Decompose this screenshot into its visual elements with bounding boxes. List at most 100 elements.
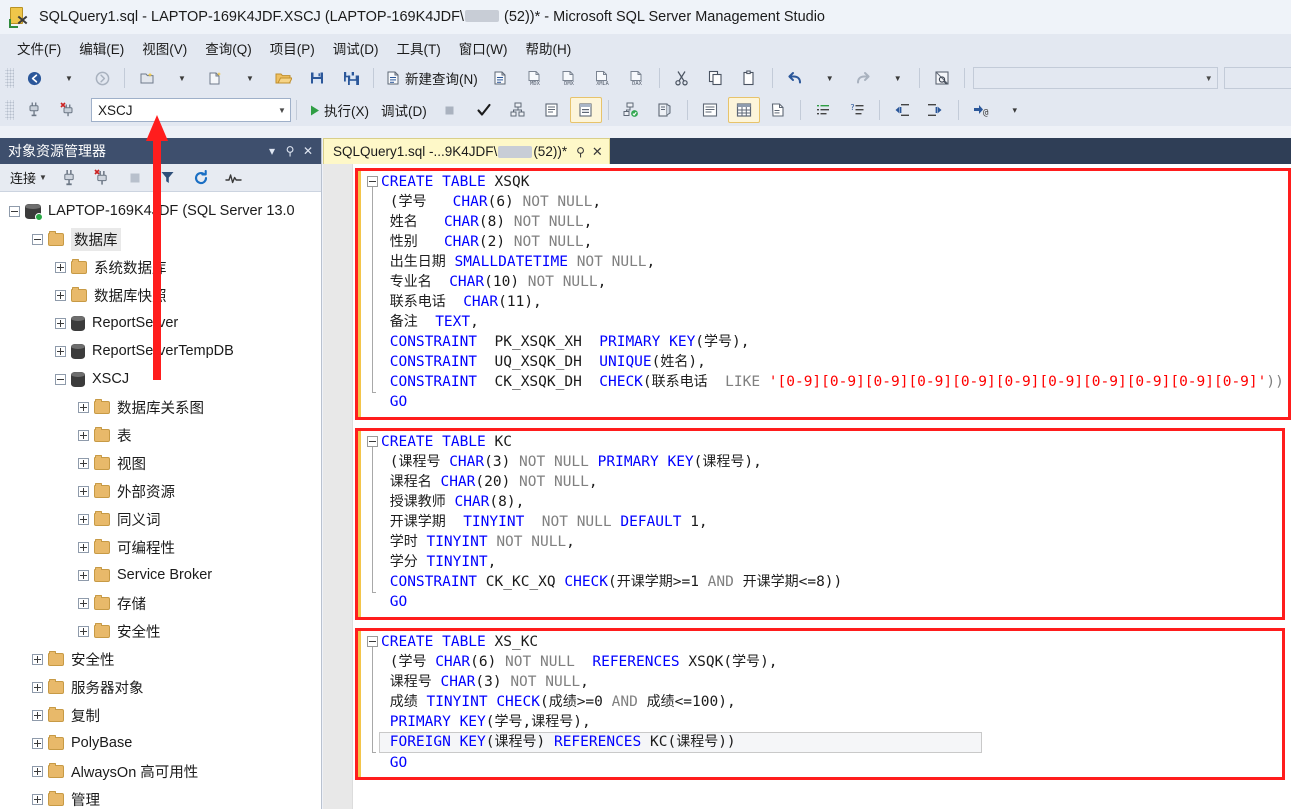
oe-connect-object-explorer-icon[interactable] <box>54 166 84 190</box>
new-query-button[interactable]: 新建查询(N) <box>380 65 483 91</box>
oe-filter-icon[interactable] <box>153 166 183 190</box>
expand-plus-icon[interactable] <box>55 289 66 301</box>
menu-help[interactable]: 帮助(H) <box>516 35 580 61</box>
cut-button[interactable] <box>666 65 698 91</box>
tree-node[interactable]: 可编程性 <box>0 533 321 561</box>
code-line[interactable]: 课程名 CHAR (20) NOT NULL, <box>381 472 842 492</box>
decrease-indent-button[interactable] <box>886 97 918 123</box>
code-line[interactable]: GO <box>381 592 842 612</box>
results-to-grid-button[interactable] <box>727 97 760 123</box>
oe-window-menu-button[interactable]: ▾ <box>263 144 281 158</box>
code-line[interactable]: 出生日期 SMALLDATETIME NOT NULL, <box>381 252 1284 272</box>
tree-node[interactable]: 数据库快照 <box>0 281 321 309</box>
comment-lines-button[interactable] <box>807 97 839 123</box>
paste-button[interactable] <box>734 65 766 91</box>
code-line[interactable]: (学号 CHAR (6) NOT NULL, <box>381 192 1284 212</box>
solution-platform-combo[interactable]: ▼ <box>1223 67 1291 89</box>
query-options-button[interactable] <box>536 97 568 123</box>
expand-plus-icon[interactable] <box>55 261 66 273</box>
code-line[interactable]: 成绩 TINYINT CHECK(成绩 >=0 AND 成绩 <=100), <box>381 692 982 712</box>
available-databases-combo[interactable]: XSCJ ▼ <box>91 98 291 122</box>
expand-plus-icon[interactable] <box>78 569 89 581</box>
code-line[interactable]: CONSTRAINT CK_XSQK_DH CHECK(联系电话 LIKE '[… <box>381 372 1284 392</box>
oe-connect-button[interactable]: 连接 ▼ <box>6 166 51 190</box>
collapse-minus-icon[interactable] <box>55 373 66 385</box>
tree-node[interactable]: 数据库 <box>0 225 321 253</box>
tree-node[interactable]: 安全性 <box>0 617 321 645</box>
expand-plus-icon[interactable] <box>32 681 43 693</box>
find-in-files-button[interactable] <box>926 65 958 91</box>
open-file-button[interactable] <box>267 65 299 91</box>
spatial-results-button[interactable] <box>649 97 681 123</box>
code-line[interactable]: 开课学期 TINYINT NOT NULL DEFAULT 1, <box>381 512 842 532</box>
expand-plus-icon[interactable] <box>55 317 66 329</box>
toolbar-grip[interactable] <box>5 100 14 120</box>
oe-close-button[interactable]: ✕ <box>299 144 317 158</box>
code-line[interactable]: CREATE TABLE XSQK <box>381 172 1284 192</box>
tree-node[interactable]: 管理 <box>0 785 321 809</box>
debug-button[interactable]: 调试(D) <box>376 97 432 123</box>
connect-button[interactable] <box>18 97 50 123</box>
tree-node[interactable]: 存储 <box>0 589 321 617</box>
code-line[interactable]: CREATE TABLE XS_KC <box>381 632 982 652</box>
copy-button[interactable] <box>700 65 732 91</box>
expand-plus-icon[interactable] <box>32 653 43 665</box>
code-line[interactable]: PRIMARY KEY(学号, 课程号), <box>381 712 982 732</box>
tree-node[interactable]: 外部资源 <box>0 477 321 505</box>
tree-node[interactable]: 表 <box>0 421 321 449</box>
tree-node[interactable]: XSCJ <box>0 365 321 393</box>
toolbar-grip[interactable] <box>5 68 14 88</box>
disconnect-button[interactable] <box>52 97 84 123</box>
expand-plus-icon[interactable] <box>78 597 89 609</box>
tab-close-icon[interactable]: ✕ <box>592 144 603 160</box>
code-line[interactable]: CONSTRAINT UQ_XSQK_DH UNIQUE(姓名), <box>381 352 1284 372</box>
menu-project[interactable]: 项目(P) <box>261 35 324 61</box>
create-table-kc[interactable]: CREATE TABLE KC (课程号 CHAR (3) NOT NULL PR… <box>367 432 843 612</box>
display-estimated-execution-plan-button[interactable] <box>502 97 534 123</box>
expand-plus-icon[interactable] <box>78 401 89 413</box>
oe-refresh-icon[interactable] <box>186 166 216 190</box>
save-button[interactable] <box>301 65 333 91</box>
tree-node[interactable]: 服务器对象 <box>0 673 321 701</box>
expand-plus-icon[interactable] <box>78 485 89 497</box>
code-line[interactable]: 性别 CHAR (2) NOT NULL, <box>381 232 1284 252</box>
outlining-collapse-icon[interactable] <box>367 436 378 447</box>
redo-dropdown[interactable]: ▼ <box>881 65 913 91</box>
expand-plus-icon[interactable] <box>78 457 89 469</box>
create-table-xsqk[interactable]: CREATE TABLE XSQK (学号 CHAR (6) NOT NULL, … <box>367 172 1284 412</box>
specify-template-parameter-values-button[interactable]: @ <box>965 97 997 123</box>
expand-plus-icon[interactable] <box>32 709 43 721</box>
new-xmla-query-button[interactable]: XMLA <box>587 65 619 91</box>
code-line[interactable]: CONSTRAINT CK_KC_XQ CHECK(开课学期 >=1 AND 开课… <box>381 572 843 592</box>
code-line[interactable]: 课程号 CHAR (3) NOT NULL, <box>381 672 982 692</box>
expand-plus-icon[interactable] <box>78 429 89 441</box>
new-analysis-query-button[interactable] <box>485 65 517 91</box>
code-line[interactable]: GO <box>381 392 1284 412</box>
menu-tools[interactable]: 工具(T) <box>388 35 450 61</box>
tab-pin-icon[interactable]: ⚲ <box>576 145 585 159</box>
code-line[interactable]: 学分 TINYINT, <box>381 552 842 572</box>
new-project-button[interactable] <box>131 65 163 91</box>
oe-disconnect-icon[interactable] <box>87 166 117 190</box>
code-line[interactable]: (学号 CHAR (6) NOT NULL REFERENCES XSQK(学号)… <box>381 652 982 672</box>
oe-stop-button[interactable] <box>120 166 150 190</box>
tree-node[interactable]: AlwaysOn 高可用性 <box>0 757 321 785</box>
increase-indent-button[interactable] <box>920 97 952 123</box>
code-line[interactable]: CONSTRAINT PK_XSQK_XH PRIMARY KEY(学号), <box>381 332 1284 352</box>
expand-plus-icon[interactable] <box>78 541 89 553</box>
code-line[interactable]: (课程号 CHAR (3) NOT NULL PRIMARY KEY(课程号), <box>381 452 842 472</box>
object-explorer-tree[interactable]: LAPTOP-169K4JDF (SQL Server 13.0 数据库 系统数据库… <box>0 192 321 809</box>
new-mdx-query-button[interactable]: MDX <box>519 65 551 91</box>
code-line[interactable]: 授课教师 CHAR (8), <box>381 492 842 512</box>
code-line[interactable]: 姓名 CHAR (8) NOT NULL, <box>381 212 1284 232</box>
solution-configuration-combo[interactable]: ▼ <box>972 67 1218 89</box>
collapse-minus-icon[interactable] <box>32 233 43 245</box>
cancel-executing-query-button[interactable] <box>434 97 466 123</box>
menu-file[interactable]: 文件(F) <box>8 35 70 61</box>
parse-button[interactable] <box>468 97 500 123</box>
menu-window[interactable]: 窗口(W) <box>450 35 517 61</box>
code-line[interactable]: GO <box>381 753 982 773</box>
execute-button[interactable]: 执行(X) <box>303 97 374 123</box>
code-line[interactable]: 学时 TINYINT NOT NULL, <box>381 532 842 552</box>
expand-plus-icon[interactable] <box>32 765 43 777</box>
